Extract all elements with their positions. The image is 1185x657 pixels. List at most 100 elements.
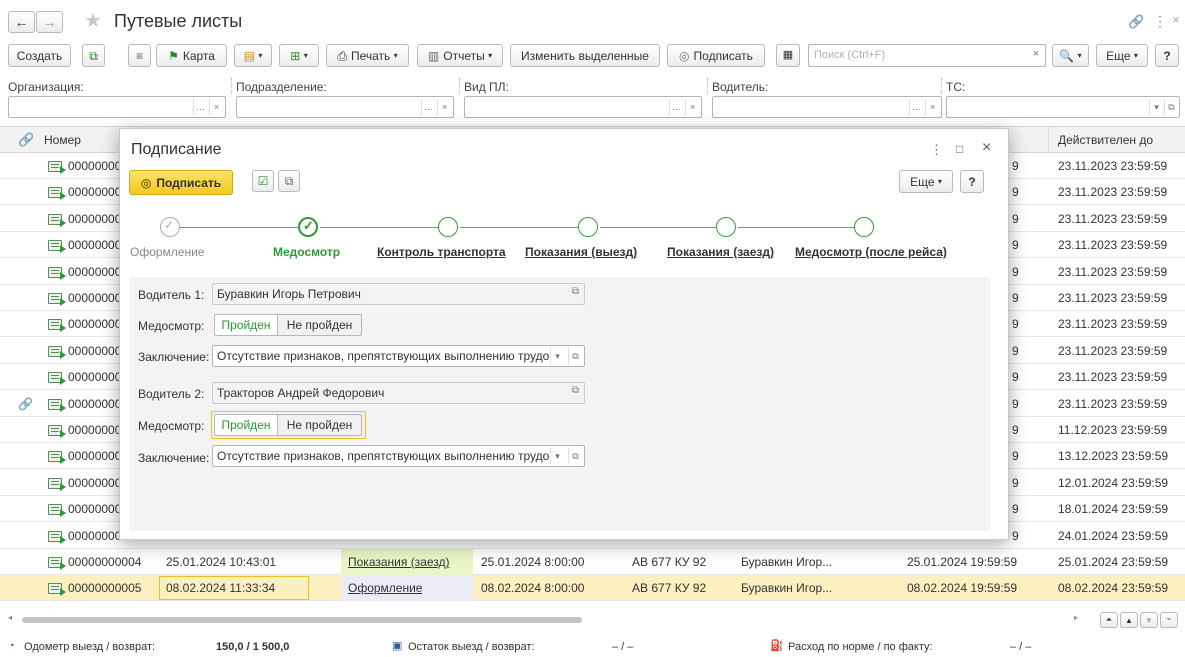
step-5-label[interactable]: Показания (заезд): [667, 245, 774, 259]
odometer-icon: ◔: [8, 640, 15, 652]
close-icon[interactable]: ×: [1172, 13, 1180, 26]
step-2-circle[interactable]: ✓: [298, 217, 318, 237]
row-number: 00000000: [68, 238, 122, 253]
table-row[interactable]: 00000000004 25.01.2024 10:43:01 Показания …: [0, 549, 1185, 575]
horizontal-scrollbar[interactable]: ◂ ▸: [4, 613, 1082, 626]
row-number: 00000000: [68, 449, 122, 464]
search-button[interactable]: 🔍 ▾: [1052, 44, 1089, 67]
dialog-help-button[interactable]: ?: [960, 170, 984, 193]
map-button[interactable]: ⚑ Карта: [156, 44, 227, 67]
driver1-medical-label: Медосмотр:: [138, 319, 205, 333]
row-stage[interactable]: Показания (заезд): [348, 549, 450, 575]
driver2-conclusion-field[interactable]: Отсутствие признаков, препятствующих вып…: [212, 445, 585, 467]
link-icon[interactable]: 🔗: [1128, 15, 1144, 28]
report-icon: ▥: [427, 48, 440, 63]
driver1-passed-toggle[interactable]: Пройден: [214, 314, 278, 336]
department-label: Подразделение:: [236, 80, 327, 94]
document-icon: [48, 345, 66, 359]
document-icon: [48, 425, 66, 438]
reports-button[interactable]: ▥ Отчеты ▾: [417, 44, 503, 67]
step-4-label[interactable]: Показания (выезд): [525, 245, 637, 259]
document-icon: [48, 213, 66, 227]
dialog-sign-button[interactable]: ◎ Подписать: [129, 170, 233, 195]
dialog-menu-icon[interactable]: ⋮: [930, 143, 943, 156]
driver1-field: Буравкин Игорь Петрович ⧉: [212, 283, 585, 305]
open-icon[interactable]: ⧉: [572, 287, 579, 297]
odometer-value: 150,0 / 1 500,0: [216, 641, 290, 653]
column-number[interactable]: Номер: [44, 133, 81, 147]
step-1-label[interactable]: Оформление: [130, 245, 204, 259]
menu-icon[interactable]: ⋮: [1153, 14, 1167, 28]
create-based-on-button[interactable]: ▤ ▾: [234, 44, 272, 67]
remainder-label: Остаток выезд / возврат:: [408, 641, 535, 653]
clear-search-icon[interactable]: ×: [1033, 49, 1039, 60]
row-plate: АВ 677 КУ 92: [632, 555, 707, 569]
search-icon: 🔍: [1059, 48, 1075, 63]
table-row[interactable]: 00000000005 08.02.2024 11:33:34 Оформление…: [0, 575, 1185, 601]
row-valid-until: 12.01.2024 23:59:59: [1058, 475, 1169, 490]
driver1-label: Водитель 1:: [138, 288, 205, 302]
scroll-top-button[interactable]: ⏶: [1100, 612, 1118, 628]
waybill-type-label: Вид ПЛ:: [464, 80, 509, 94]
row-driver: Буравкин Игор...: [741, 581, 833, 595]
driver1-conclusion-field[interactable]: Отсутствие признаков, препятствующих вып…: [212, 345, 585, 367]
step-6-circle[interactable]: [854, 217, 874, 237]
row-valid-until: 23.11.2023 23:59:59: [1058, 343, 1168, 358]
row-number: 00000000: [68, 502, 122, 517]
create-button[interactable]: Создать: [8, 44, 71, 67]
department-field[interactable]: … ×: [236, 96, 454, 118]
fuel-pump-icon: ⛽: [770, 640, 784, 652]
driver2-label: Водитель 2:: [138, 387, 205, 401]
list-button[interactable]: ≡: [128, 44, 151, 67]
print-button[interactable]: ⎙ Печать ▾: [326, 44, 409, 67]
driver2-passed-toggle[interactable]: Пройден: [214, 414, 278, 436]
document-icon: [48, 504, 66, 518]
sign-toolbar-button[interactable]: ◎ Подписать: [667, 44, 765, 67]
step-6-label[interactable]: Медосмотр (после рейса): [795, 245, 947, 259]
driver2-not-passed-toggle[interactable]: Не пройден: [277, 414, 362, 436]
search-input[interactable]: Поиск (Ctrl+F) ×: [808, 44, 1046, 67]
change-selected-button[interactable]: Изменить выделенные: [510, 44, 660, 67]
document-icon: [48, 187, 66, 201]
back-button[interactable]: ←: [8, 11, 35, 33]
star-icon[interactable]: ★: [84, 11, 102, 31]
step-4-circle[interactable]: [578, 217, 598, 237]
copy-icon: ⧉: [89, 48, 98, 63]
dialog-more-button[interactable]: Еще ▾: [899, 170, 953, 193]
check-all-button[interactable]: ☑: [252, 170, 274, 192]
scroll-bottom-button[interactable]: ⏷: [1160, 612, 1178, 628]
step-3-label[interactable]: Контроль транспорта: [377, 245, 506, 259]
row-number: 00000000: [68, 211, 122, 226]
help-button[interactable]: ?: [1155, 44, 1179, 67]
row-departure: 25.01.2024 8:00:00: [481, 555, 585, 569]
organization-field[interactable]: … ×: [8, 96, 226, 118]
step-2-label[interactable]: Медосмотр: [273, 245, 340, 259]
forward-button[interactable]: →: [36, 11, 63, 33]
copy-dialog-button[interactable]: ⧉: [278, 170, 300, 192]
row-time-fragment: 9: [1012, 528, 1019, 543]
document-icon: [48, 319, 66, 333]
dialog-close-icon[interactable]: ×: [982, 140, 991, 156]
row-valid-until: 11.12.2023 23:59:59: [1058, 423, 1168, 437]
step-3-circle[interactable]: [438, 217, 458, 237]
document-icon: [48, 266, 66, 280]
driver1-not-passed-toggle[interactable]: Не пройден: [277, 314, 362, 336]
step-1-circle[interactable]: ✓: [160, 217, 180, 237]
signing-dialog: Подписание ⋮ □ × ◎ Подписать ☑ ⧉ Еще ▾ ? …: [119, 128, 1009, 540]
more-button[interactable]: Еще ▾: [1096, 44, 1148, 67]
vehicle-filter-field[interactable]: ▾ ⧉: [946, 96, 1180, 118]
row-departure: 08.02.2024 8:00:00: [481, 581, 585, 595]
scroll-down-button[interactable]: ▼: [1140, 612, 1158, 628]
copy-button[interactable]: ⧉: [82, 44, 105, 67]
step-5-circle[interactable]: [716, 217, 736, 237]
driver-filter-field[interactable]: … ×: [712, 96, 942, 118]
scroll-up-button[interactable]: ▲: [1120, 612, 1138, 628]
qr-button[interactable]: ▦: [776, 44, 800, 67]
row-stage[interactable]: Оформление: [348, 575, 422, 601]
waybill-type-field[interactable]: … ×: [464, 96, 702, 118]
maximize-icon[interactable]: □: [956, 143, 963, 155]
open-icon[interactable]: ⧉: [572, 386, 579, 396]
document-icon: [48, 557, 66, 570]
column-valid-until[interactable]: Действителен до: [1058, 133, 1153, 147]
structure-button[interactable]: ⊞ ▾: [279, 44, 319, 67]
